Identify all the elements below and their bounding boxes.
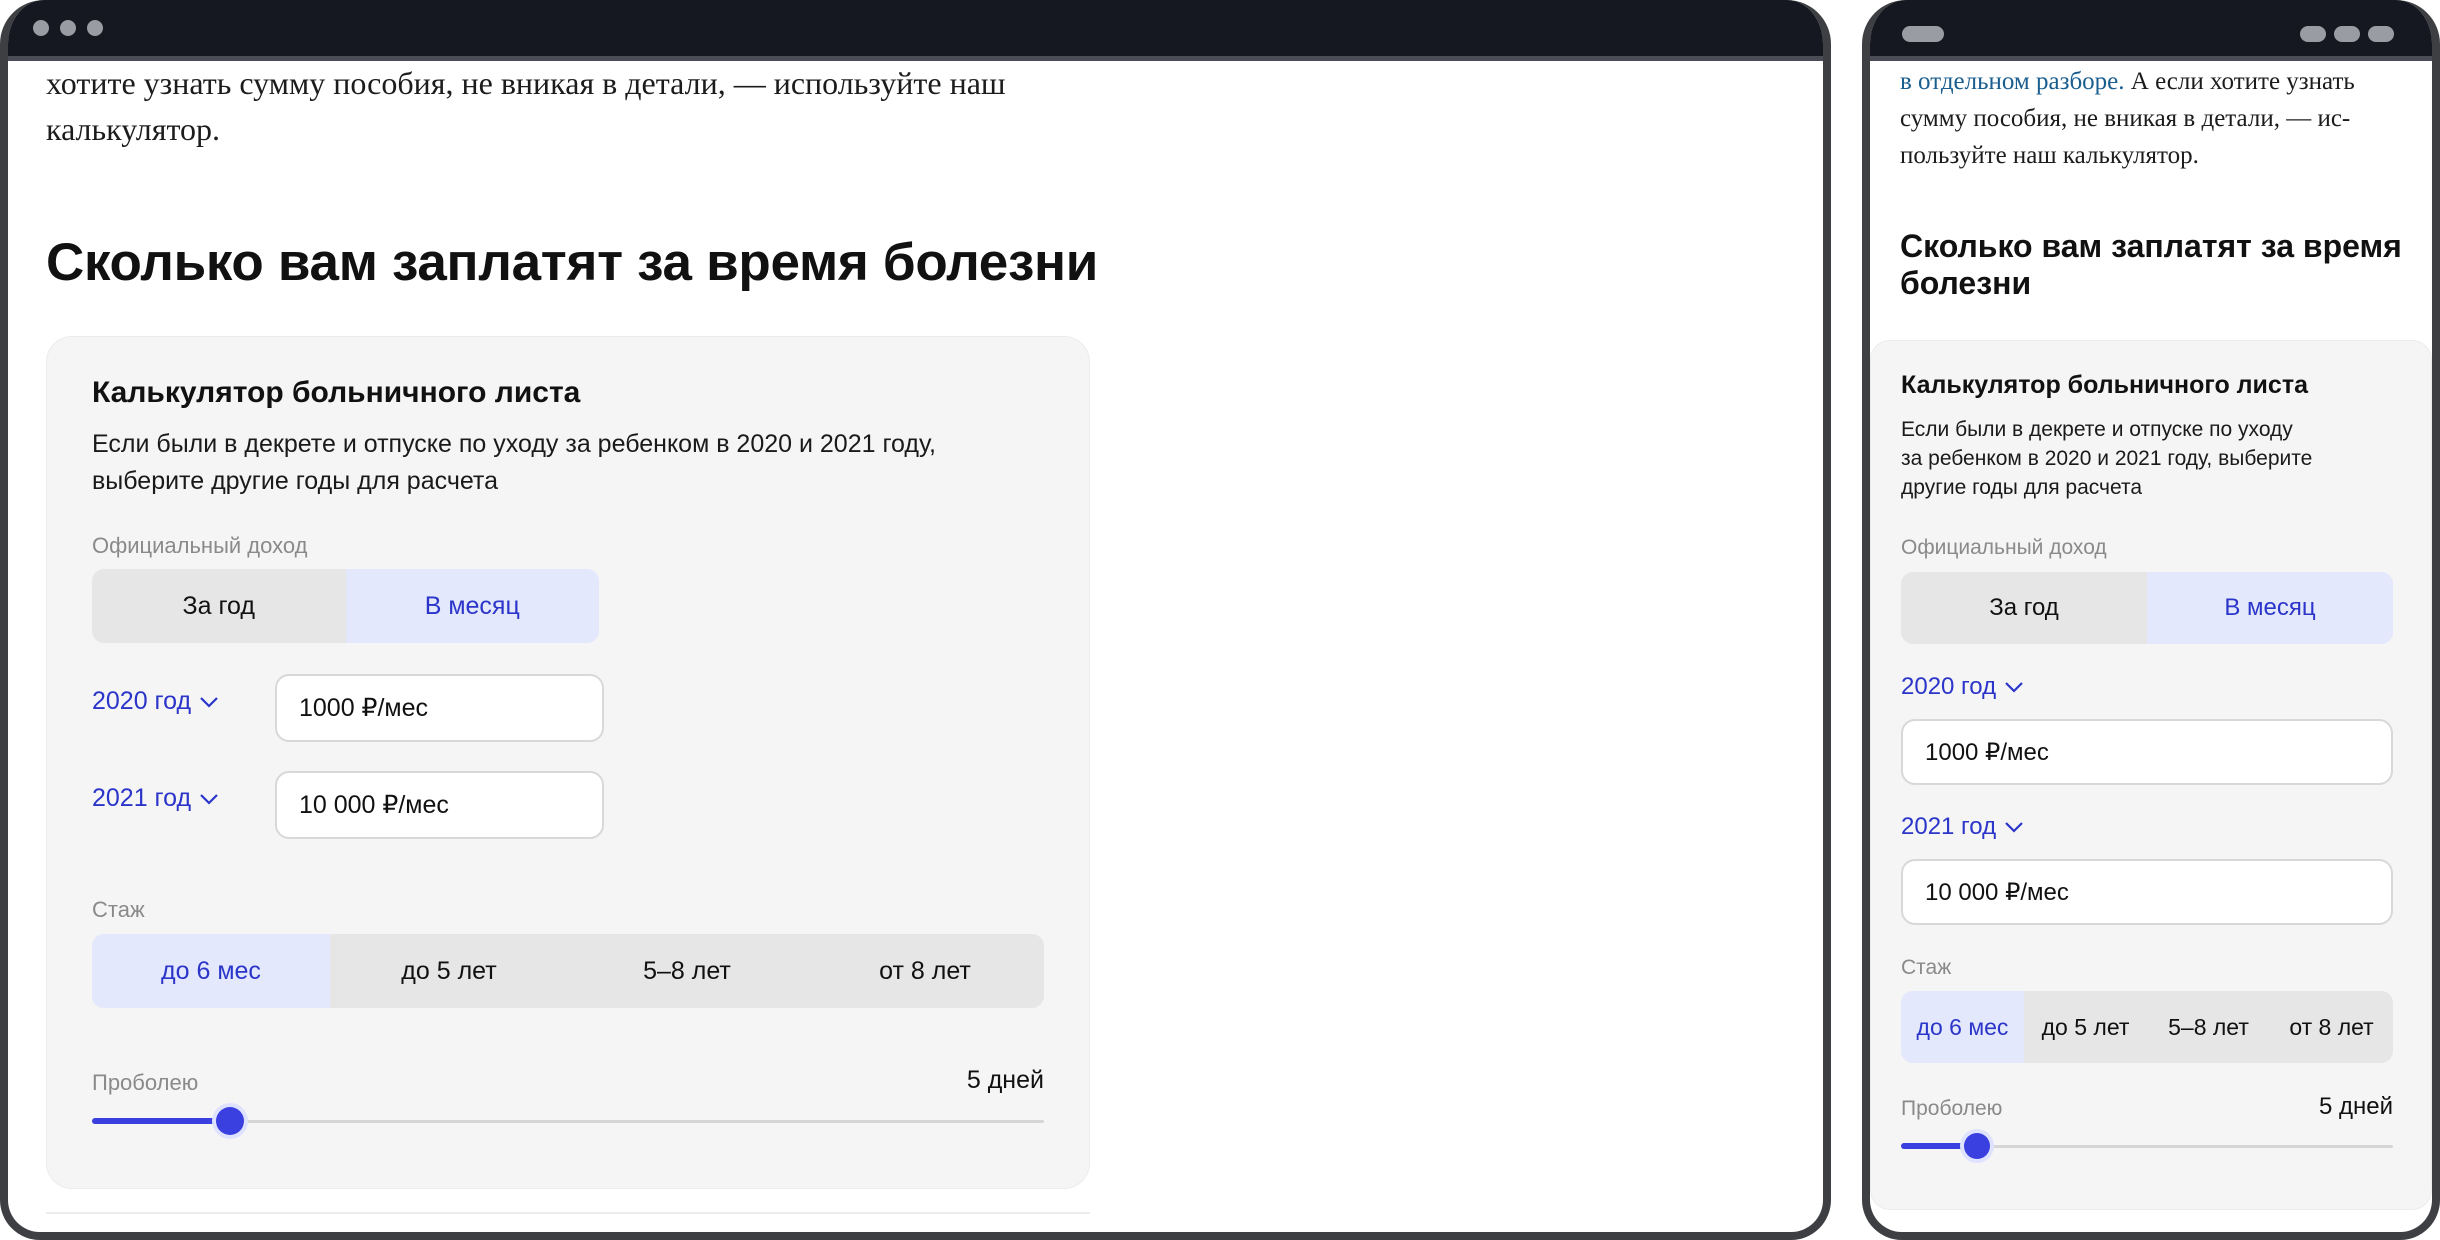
income-2020-input[interactable]: 1000 ₽/мес bbox=[1901, 719, 2393, 785]
experience-option-5y[interactable]: до 5 лет bbox=[330, 934, 568, 1008]
year-2020-dropdown[interactable]: 2020 год bbox=[92, 687, 219, 716]
menu-dot-icon[interactable] bbox=[2300, 26, 2326, 42]
calculator-description: Если были в декрете и отпуске по уходу з… bbox=[92, 426, 936, 500]
mobile-browser-frame: в отдельном разборе. А если хотите узнат… bbox=[1862, 0, 2440, 1240]
heading-line: болезни bbox=[1900, 265, 2032, 301]
description-line: другие годы для расчета bbox=[1901, 476, 2143, 499]
window-close-icon[interactable] bbox=[33, 20, 49, 36]
experience-option-8y[interactable]: от 8 лет bbox=[806, 934, 1044, 1008]
intro-line: сумму пособия, не вникая в детали, — ис- bbox=[1900, 105, 2351, 132]
income-2021-input[interactable]: 10 000 ₽/мес bbox=[275, 771, 604, 839]
chevron-down-icon bbox=[200, 793, 218, 805]
menu-dot-icon[interactable] bbox=[2368, 26, 2394, 42]
sick-days-value: 5 дней bbox=[966, 1066, 1044, 1094]
section-heading: Сколько вам заплатят за время болезни bbox=[46, 233, 1098, 292]
chevron-down-icon bbox=[2005, 822, 2023, 833]
article-link[interactable]: в отдельном разборе. bbox=[1900, 68, 2125, 95]
income-option-month[interactable]: В месяц bbox=[2147, 572, 2393, 644]
window-minimize-icon[interactable] bbox=[60, 20, 76, 36]
income-2020-input[interactable]: 1000 ₽/мес bbox=[275, 674, 604, 742]
calculator-description: Если были в декрете и отпуске по уходу з… bbox=[1901, 415, 2312, 502]
sick-leave-calculator: Калькулятор больничного листа Если были … bbox=[46, 336, 1090, 1189]
experience-toggle: до 6 мес до 5 лет 5–8 лет от 8 лет bbox=[92, 934, 1044, 1008]
year-2021-dropdown[interactable]: 2021 год bbox=[1901, 813, 2024, 841]
calculator-title: Калькулятор больничного листа bbox=[1901, 371, 2308, 399]
sick-leave-calculator: Калькулятор больничного листа Если были … bbox=[1870, 340, 2432, 1210]
year-2021-dropdown[interactable]: 2021 год bbox=[92, 784, 219, 813]
intro-line: в отдельном разборе. А если хотите узнат… bbox=[1900, 63, 2355, 100]
income-option-year[interactable]: За год bbox=[92, 569, 346, 643]
experience-option-5-8y[interactable]: 5–8 лет bbox=[568, 934, 806, 1008]
year-2020-dropdown[interactable]: 2020 год bbox=[1901, 673, 2024, 701]
income-period-toggle: За год В месяц bbox=[92, 569, 599, 643]
mobile-titlebar bbox=[1870, 0, 2432, 58]
intro-text: А если хотите узнать bbox=[2124, 68, 2355, 95]
income-option-year[interactable]: За год bbox=[1901, 572, 2147, 644]
intro-line: калькулятор. bbox=[46, 111, 221, 147]
browser-titlebar bbox=[8, 0, 1823, 58]
article-intro: в отдельном разборе. А если хотите узнат… bbox=[1900, 63, 2355, 174]
year-2021-label: 2021 год bbox=[92, 784, 192, 812]
titlebar-divider bbox=[1870, 56, 2432, 61]
sick-days-slider-handle[interactable] bbox=[216, 1107, 245, 1135]
next-card-edge bbox=[46, 1212, 1090, 1214]
experience-option-6m[interactable]: до 6 мес bbox=[92, 934, 330, 1008]
desktop-browser-frame: хотите узнать сумму пособия, не вникая в… bbox=[0, 0, 1831, 1240]
description-line: за ребенком в 2020 и 2021 году, выберите bbox=[1901, 447, 2313, 470]
experience-label: Стаж bbox=[1901, 956, 1952, 979]
sick-days-label: Проболею bbox=[92, 1070, 199, 1095]
experience-option-8y[interactable]: от 8 лет bbox=[2270, 991, 2393, 1063]
description-line: Если были в декрете и отпуске по уходу bbox=[1901, 418, 2293, 441]
description-line: выберите другие годы для расчета bbox=[92, 467, 499, 495]
experience-label: Стаж bbox=[92, 897, 145, 922]
window-maximize-icon[interactable] bbox=[87, 20, 103, 36]
year-2020-label: 2020 год bbox=[92, 687, 192, 715]
heading-line: Сколько вам заплатят за время bbox=[1900, 228, 2402, 264]
calculator-title: Калькулятор больничного листа bbox=[92, 376, 581, 409]
sick-days-label: Проболею bbox=[1901, 1097, 2003, 1120]
income-label: Официальный доход bbox=[92, 533, 308, 558]
income-2021-input[interactable]: 10 000 ₽/мес bbox=[1901, 859, 2393, 925]
section-heading: Сколько вам заплатят за время болезни bbox=[1900, 228, 2402, 302]
sick-days-value: 5 дней bbox=[2318, 1093, 2393, 1120]
chevron-down-icon bbox=[2005, 682, 2023, 693]
experience-option-6m[interactable]: до 6 мес bbox=[1901, 991, 2024, 1063]
year-2021-label: 2021 год bbox=[1901, 813, 1997, 840]
sick-days-slider-handle[interactable] bbox=[1964, 1133, 1991, 1159]
experience-option-5-8y[interactable]: 5–8 лет bbox=[2147, 991, 2270, 1063]
income-label: Официальный доход bbox=[1901, 536, 2107, 559]
tabs-icon[interactable] bbox=[1902, 26, 1944, 42]
experience-toggle: до 6 мес до 5 лет 5–8 лет от 8 лет bbox=[1901, 991, 2393, 1063]
intro-line: хотите узнать сумму пособия, не вникая в… bbox=[46, 65, 1006, 101]
intro-line: пользуйте наш калькулятор. bbox=[1900, 142, 2199, 169]
menu-dot-icon[interactable] bbox=[2334, 26, 2360, 42]
income-period-toggle: За год В месяц bbox=[1901, 572, 2393, 644]
income-option-month[interactable]: В месяц bbox=[345, 569, 599, 643]
experience-option-5y[interactable]: до 5 лет bbox=[2024, 991, 2147, 1063]
description-line: Если были в декрете и отпуске по уходу з… bbox=[92, 430, 936, 458]
article-intro: хотите узнать сумму пособия, не вникая в… bbox=[46, 60, 1006, 152]
chevron-down-icon bbox=[200, 696, 218, 708]
sick-days-slider-fill bbox=[92, 1118, 231, 1124]
year-2020-label: 2020 год bbox=[1901, 673, 1997, 700]
